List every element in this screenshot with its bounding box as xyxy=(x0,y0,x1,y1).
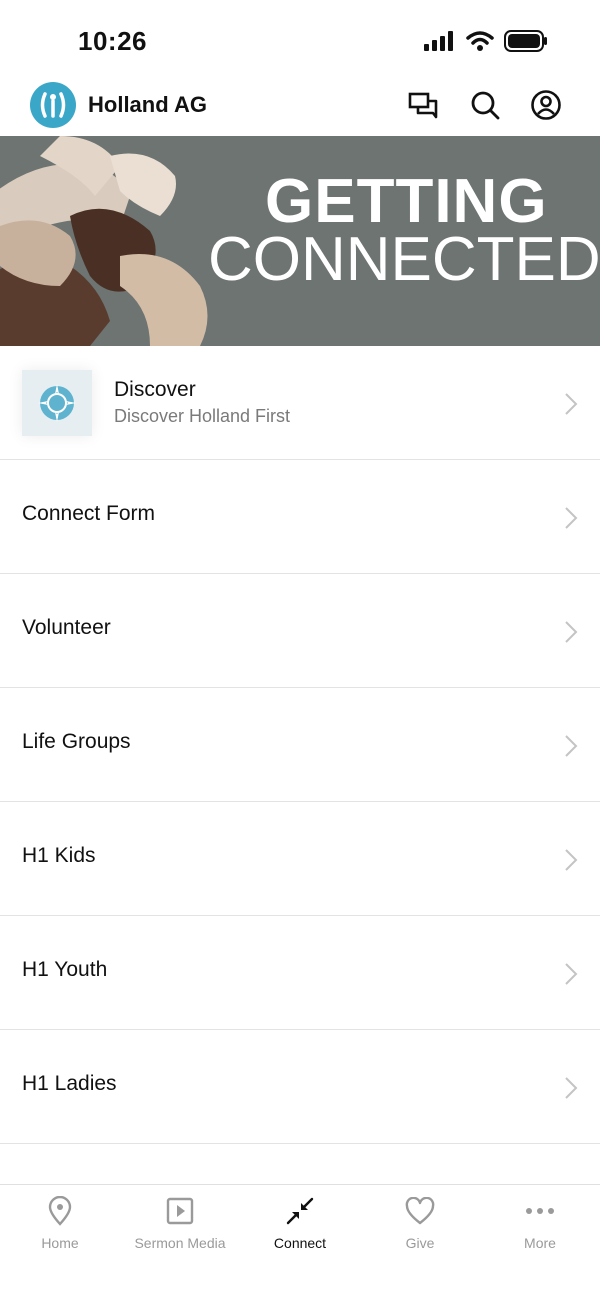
list-item-connect-form[interactable]: Connect Form xyxy=(0,460,600,574)
chevron-right-icon xyxy=(565,1077,578,1099)
app-title: Holland AG xyxy=(88,92,207,117)
discover-title: Discover xyxy=(114,378,196,401)
banner-title-line2: CONNECTED xyxy=(208,225,600,294)
list-item-label: Life Groups xyxy=(22,730,131,753)
chevron-right-icon xyxy=(565,621,578,643)
tab-label: Home xyxy=(41,1235,79,1251)
app-header: Holland AG xyxy=(0,80,600,136)
location-pin-icon xyxy=(0,1195,120,1227)
list-item-label: Volunteer xyxy=(22,616,111,639)
church-logo xyxy=(30,82,76,128)
list-item-volunteer[interactable]: Volunteer xyxy=(0,574,600,688)
connect-list: Discover Discover Holland First Connect … xyxy=(0,346,600,1144)
list-item-label: H1 Ladies xyxy=(22,1072,117,1095)
chevron-right-icon xyxy=(565,735,578,757)
list-item-h1-kids[interactable]: H1 Kids xyxy=(0,802,600,916)
list-item-h1-ladies[interactable]: H1 Ladies xyxy=(0,1030,600,1144)
tab-connect[interactable]: Connect xyxy=(240,1185,360,1301)
bottom-tab-bar: Home Sermon Media Connect Give More xyxy=(0,1184,600,1301)
wifi-icon xyxy=(466,31,494,51)
status-icons xyxy=(424,28,548,54)
getting-connected-banner: GETTING CONNECTED xyxy=(0,136,600,346)
heart-icon xyxy=(360,1195,480,1227)
status-time: 10:26 xyxy=(78,26,147,56)
tab-give[interactable]: Give xyxy=(360,1185,480,1301)
tab-label: Connect xyxy=(273,1235,327,1251)
status-bar: 10:26 xyxy=(0,0,600,80)
discover-subtitle: Discover Holland First xyxy=(114,406,291,426)
list-item-label: H1 Kids xyxy=(22,844,96,867)
tab-label: Sermon Media xyxy=(134,1235,226,1251)
list-item-life-groups[interactable]: Life Groups xyxy=(0,688,600,802)
list-item-label: Connect Form xyxy=(22,502,156,525)
list-item-h1-youth[interactable]: H1 Youth xyxy=(0,916,600,1030)
signal-icon xyxy=(424,31,453,51)
play-icon xyxy=(120,1195,240,1227)
more-dots-icon xyxy=(480,1195,600,1227)
tab-sermon-media[interactable]: Sermon Media xyxy=(120,1185,240,1301)
discover-thumbnail xyxy=(22,370,92,436)
chevron-right-icon xyxy=(565,849,578,871)
list-item-discover[interactable]: Discover Discover Holland First xyxy=(0,346,600,460)
tab-home[interactable]: Home xyxy=(0,1185,120,1301)
battery-icon xyxy=(504,30,547,52)
chevron-right-icon xyxy=(565,963,578,985)
tab-label: Give xyxy=(405,1235,435,1251)
tab-more[interactable]: More xyxy=(480,1185,600,1301)
connect-arrows-icon xyxy=(240,1195,360,1227)
chevron-right-icon xyxy=(565,393,578,415)
list-item-label: H1 Youth xyxy=(22,958,108,981)
profile-icon[interactable] xyxy=(529,88,563,122)
chevron-right-icon xyxy=(565,507,578,529)
messages-icon[interactable] xyxy=(406,88,440,122)
search-icon[interactable] xyxy=(468,88,502,122)
tab-label: More xyxy=(524,1235,556,1251)
